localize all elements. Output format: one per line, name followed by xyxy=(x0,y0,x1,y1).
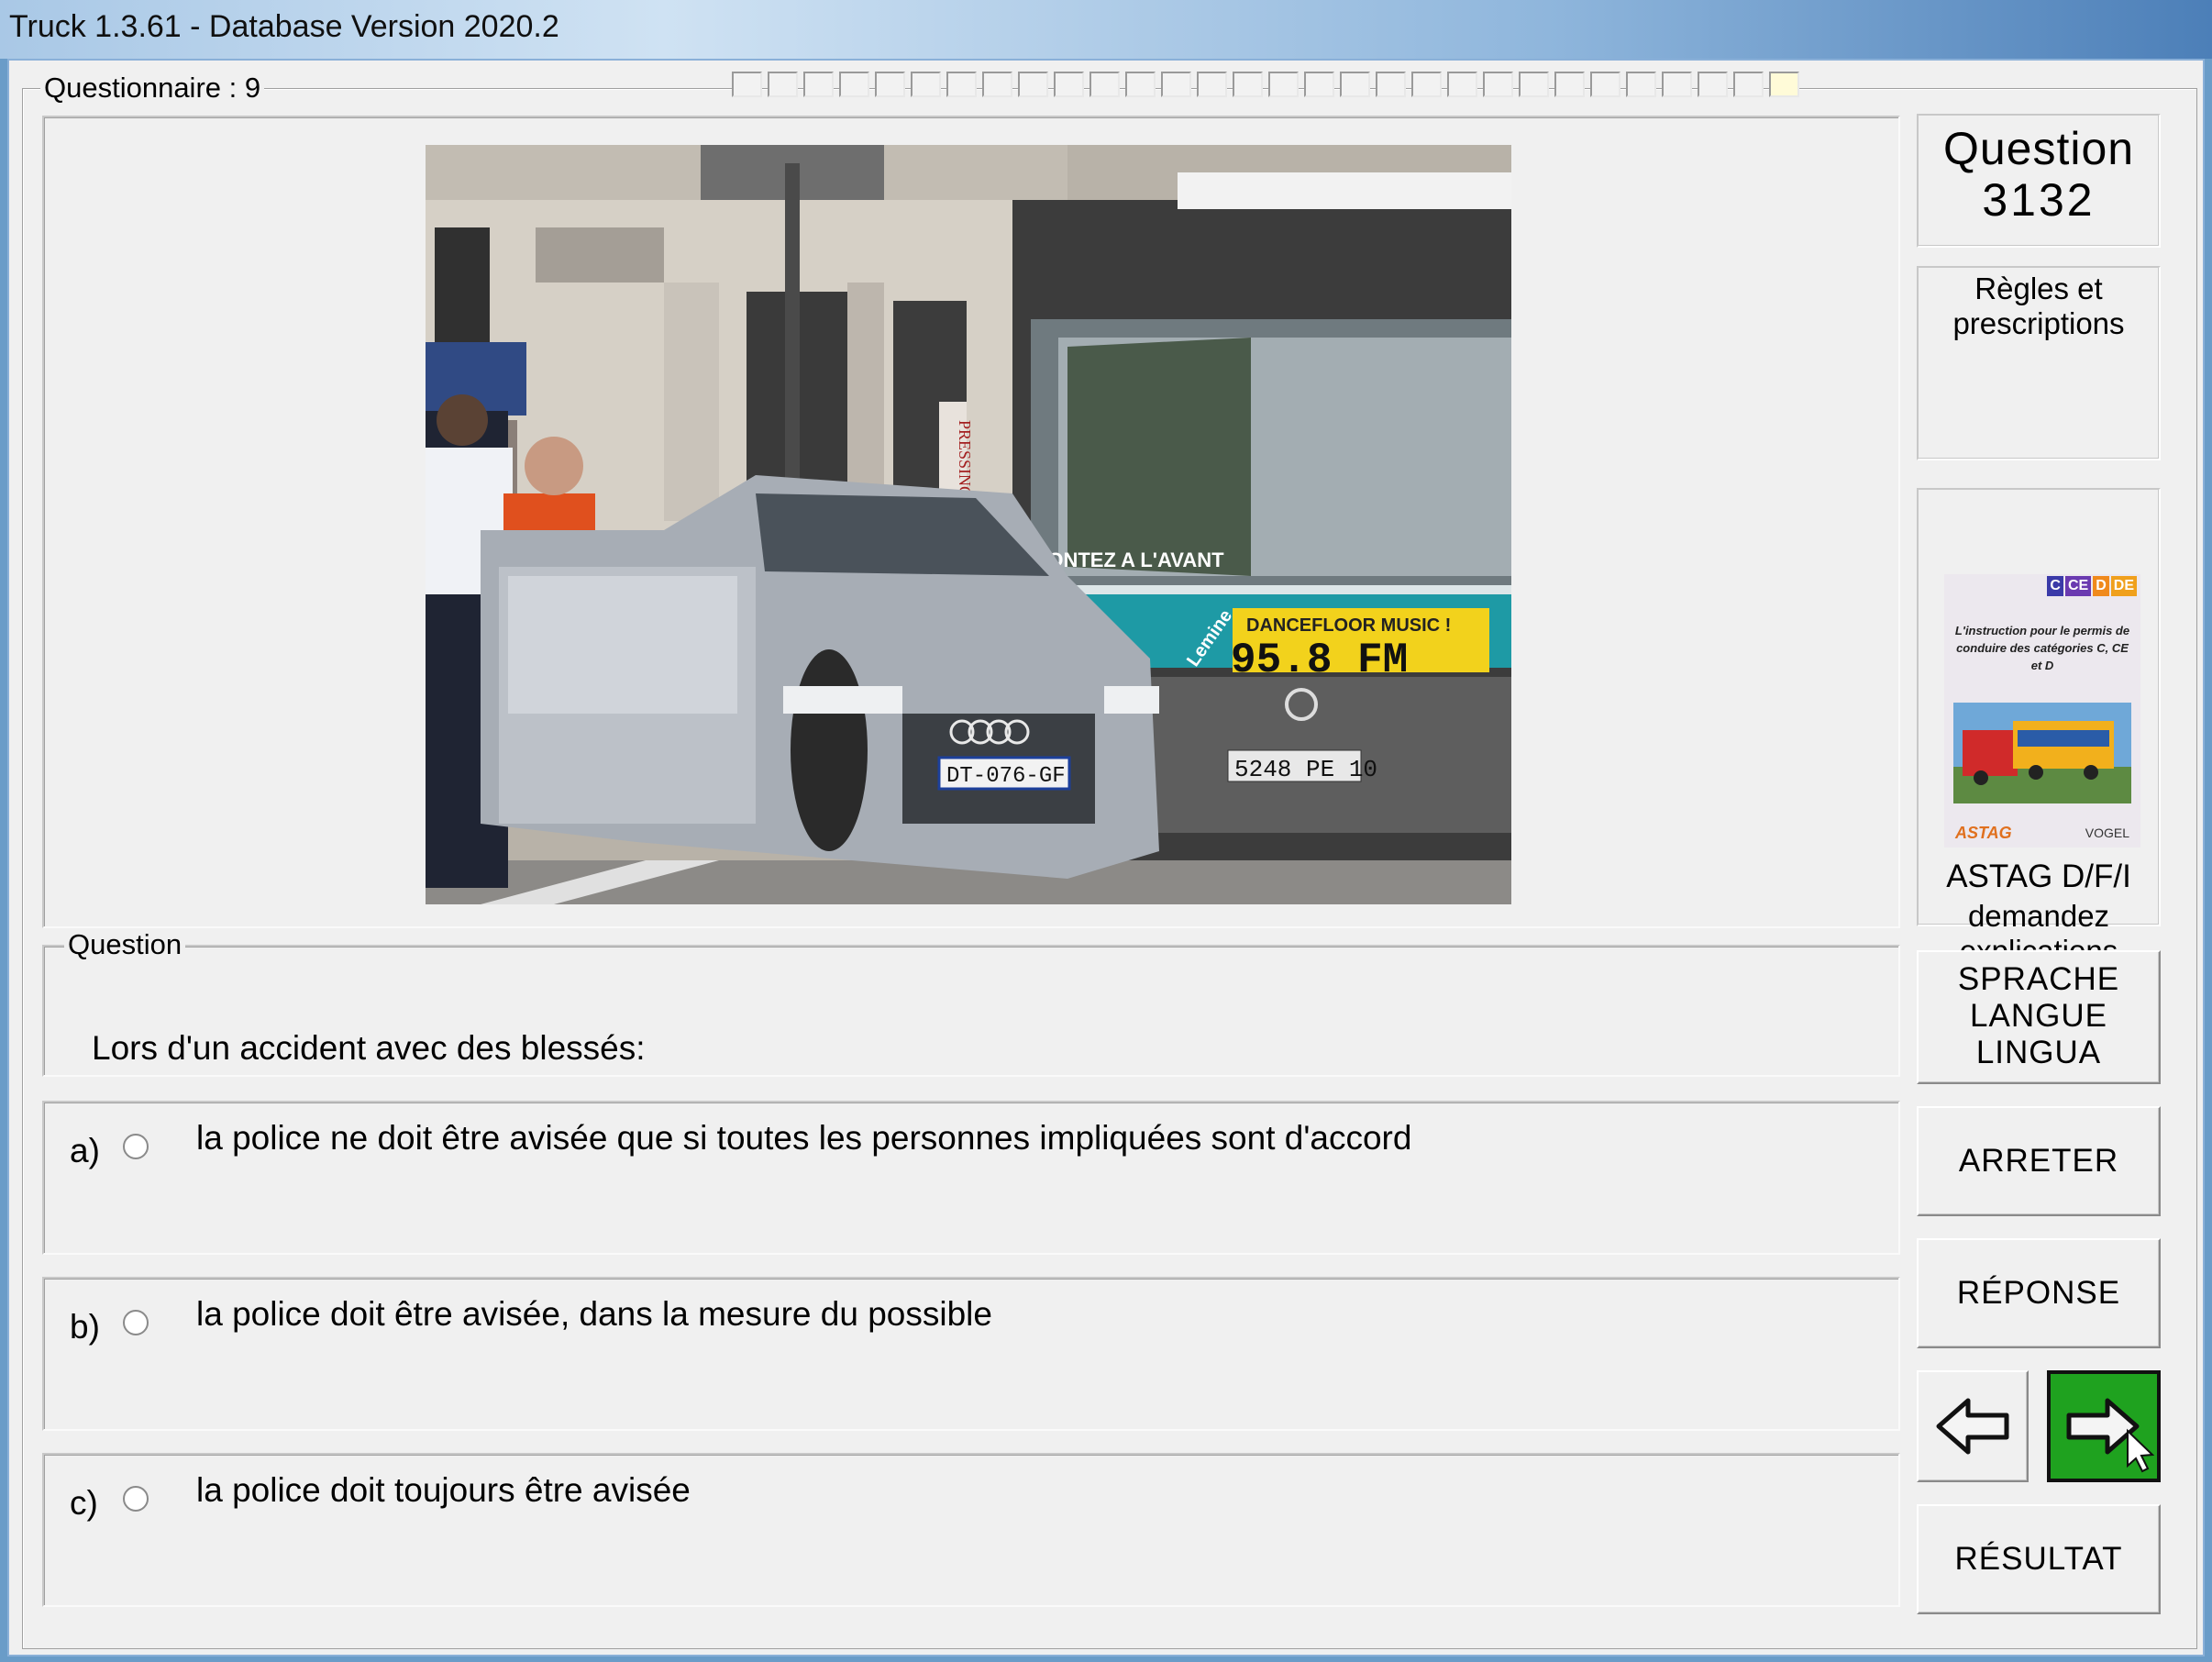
progress-cell xyxy=(1089,72,1120,97)
progress-cell xyxy=(1662,72,1692,97)
photo-car-plate: DT-076-GF xyxy=(946,764,1066,789)
progress-cell xyxy=(1018,72,1048,97)
result-button[interactable]: RÉSULTAT xyxy=(1917,1504,2161,1614)
progress-cell xyxy=(1161,72,1191,97)
astag-label: ASTAG D/F/I xyxy=(1946,859,2131,894)
progress-cell xyxy=(911,72,941,97)
progress-cell xyxy=(946,72,977,97)
photo-bus-plate: 5248 PE 10 xyxy=(1234,756,1377,783)
answer-b-letter: b) xyxy=(70,1308,100,1346)
progress-cell xyxy=(1376,72,1406,97)
progress-cell xyxy=(1698,72,1728,97)
question-number: 3132 xyxy=(1982,174,2096,226)
book-logo-left: ASTAG xyxy=(1955,824,2012,842)
answer-a-letter: a) xyxy=(70,1132,100,1169)
book-tag: D xyxy=(2093,576,2109,596)
answer-b-radio[interactable] xyxy=(123,1310,149,1335)
progress-cell xyxy=(768,72,798,97)
questionnaire-progress xyxy=(732,72,1805,97)
progress-cell xyxy=(1197,72,1227,97)
book-caption: L'instruction pour le permis de conduire… xyxy=(1954,624,2130,672)
progress-cell xyxy=(1340,72,1370,97)
progress-cell xyxy=(1554,72,1585,97)
book-category-tags: C CE D DE xyxy=(2045,576,2137,596)
result-label: RÉSULTAT xyxy=(1954,1541,2123,1577)
progress-cell xyxy=(1447,72,1477,97)
next-button[interactable] xyxy=(2047,1370,2161,1482)
progress-cell xyxy=(1519,72,1549,97)
stop-button[interactable]: ARRETER xyxy=(1917,1106,2161,1216)
book-tag: DE xyxy=(2110,576,2137,596)
language-button[interactable]: SPRACHE LANGUE LINGUA xyxy=(1917,950,2161,1084)
answer-c-radio[interactable] xyxy=(123,1486,149,1512)
progress-cell xyxy=(1769,72,1799,97)
progress-cell xyxy=(1233,72,1263,97)
progress-cell xyxy=(982,72,1012,97)
progress-cell xyxy=(1590,72,1620,97)
progress-cell xyxy=(1411,72,1442,97)
answer-button[interactable]: RÉPONSE xyxy=(1917,1238,2161,1348)
language-line-1: SPRACHE xyxy=(1957,961,2120,997)
explain-line-1: demandez xyxy=(1967,899,2110,933)
language-line-3: LINGUA xyxy=(1975,1035,2102,1070)
answer-a-text[interactable]: la police ne doit être avisée que si tou… xyxy=(196,1119,1411,1158)
question-text: Lors d'un accident avec des blessés: xyxy=(92,1029,646,1067)
answer-c-letter: c) xyxy=(70,1484,98,1522)
answer-a-radio[interactable] xyxy=(123,1134,149,1159)
progress-cell xyxy=(1268,72,1299,97)
progress-cell xyxy=(803,72,834,97)
answer-b-text[interactable]: la police doit être avisée, dans la mesu… xyxy=(196,1295,992,1334)
answer-c-text[interactable]: la police doit toujours être avisée xyxy=(196,1471,691,1510)
progress-cell xyxy=(1733,72,1764,97)
left-arrow-icon xyxy=(1936,1398,2009,1455)
progress-cell xyxy=(1054,72,1084,97)
progress-cell xyxy=(1626,72,1656,97)
progress-cell xyxy=(1483,72,1513,97)
book-tag: CE xyxy=(2064,576,2092,596)
language-line-2: LANGUE xyxy=(1970,998,2107,1034)
book-tag: C xyxy=(2047,576,2063,596)
stop-label: ARRETER xyxy=(1958,1143,2119,1179)
previous-button[interactable] xyxy=(1917,1370,2029,1482)
rules-button[interactable]: Règles et prescriptions xyxy=(1917,266,2161,460)
progress-cell xyxy=(875,72,905,97)
progress-cell xyxy=(1125,72,1156,97)
app-window: Questionnaire : 9 PRESSING RENOVA xyxy=(7,59,2205,1656)
question-photo: PRESSING RENOVA MONTEZ A L'AVANT DANCEFL… xyxy=(426,145,1511,904)
question-number-box: Question 3132 xyxy=(1917,114,2161,248)
photo-ad-top: DANCEFLOOR MUSIC ! xyxy=(1246,615,1451,636)
progress-cell xyxy=(839,72,869,97)
rules-line-1: Règles et xyxy=(1974,271,2103,305)
rules-line-2: prescriptions xyxy=(1952,306,2125,340)
book-truck-image xyxy=(1953,703,2131,803)
title-bar: Truck 1.3.61 - Database Version 2020.2 xyxy=(0,0,2212,59)
astag-book-cover: C CE D DE L'instruction pour le permis de c… xyxy=(1944,574,2140,848)
right-arrow-icon xyxy=(2066,1398,2155,1473)
progress-cell xyxy=(1304,72,1334,97)
questionnaire-label: Questionnaire : 9 xyxy=(40,72,265,105)
question-group-label: Question xyxy=(64,928,186,961)
progress-cell xyxy=(732,72,762,97)
window-title: Truck 1.3.61 - Database Version 2020.2 xyxy=(9,9,559,44)
question-number-title: Question xyxy=(1942,123,2135,174)
answer-label: RÉPONSE xyxy=(1956,1275,2121,1311)
book-logo-right: VOGEL xyxy=(2085,825,2129,840)
